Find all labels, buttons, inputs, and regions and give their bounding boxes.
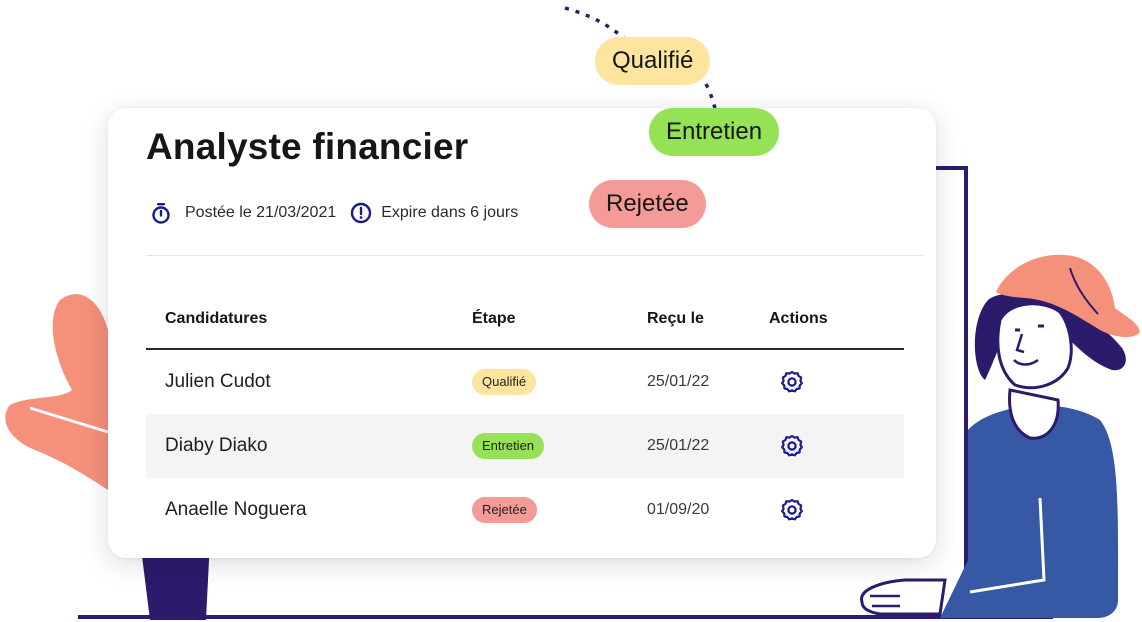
received-date: 25/01/22 xyxy=(647,373,710,390)
gear-icon xyxy=(781,370,803,393)
table-row: Anaelle Noguera Rejetée 01/09/20 xyxy=(146,478,904,542)
job-card: Analyste financier Postée le 21/03/2021 … xyxy=(108,108,936,558)
table-row: Diaby Diako Entretien 25/01/22 xyxy=(146,414,904,478)
dotted-connector-mid xyxy=(704,83,717,109)
person-face xyxy=(996,302,1073,390)
stage-cell: Rejetée xyxy=(472,478,537,542)
job-meta: Postée le 21/03/2021 Expire dans 6 jours xyxy=(150,202,518,224)
candidate-name: Anaelle Noguera xyxy=(165,499,307,520)
received-date: 25/01/22 xyxy=(647,437,710,454)
settings-button[interactable] xyxy=(779,414,805,478)
column-header-received: Reçu le xyxy=(647,310,704,327)
candidate-name: Julien Cudot xyxy=(165,371,271,392)
divider xyxy=(146,255,924,256)
door-frame xyxy=(936,166,968,580)
column-header-actions: Actions xyxy=(769,310,828,327)
stage-cell: Entretien xyxy=(472,414,545,478)
table-row: Julien Cudot Qualifié 25/01/22 xyxy=(146,350,904,414)
gear-icon xyxy=(781,434,803,457)
column-header-stage: Étape xyxy=(472,310,516,327)
gear-icon xyxy=(781,498,803,521)
callout-interview: Entretien xyxy=(649,108,780,156)
table-header: Candidatures Étape Reçu le Actions xyxy=(146,298,904,350)
callout-rejected: Rejetée xyxy=(589,180,706,228)
job-title: Analyste financier xyxy=(146,126,469,167)
coral-plant-shape xyxy=(5,294,109,490)
stage-badge-rejected: Rejetée xyxy=(472,497,537,523)
expiry-text: Expire dans 6 jours xyxy=(381,204,519,221)
callout-qualified: Qualifié xyxy=(595,37,711,85)
alert-circle-icon xyxy=(351,202,372,224)
received-date: 01/09/20 xyxy=(647,501,710,518)
column-header-candidates: Candidatures xyxy=(165,310,268,327)
candidate-name: Diaby Diako xyxy=(165,435,268,456)
floor-line xyxy=(78,615,1053,619)
stage-badge-qualified: Qualifié xyxy=(472,369,537,395)
stage-cell: Qualifié xyxy=(472,350,537,414)
settings-button[interactable] xyxy=(779,478,805,542)
stage-badge-interview: Entretien xyxy=(472,433,545,459)
settings-button[interactable] xyxy=(779,350,805,414)
posted-date: Postée le 21/03/2021 xyxy=(185,204,337,221)
stopwatch-icon xyxy=(152,203,170,224)
